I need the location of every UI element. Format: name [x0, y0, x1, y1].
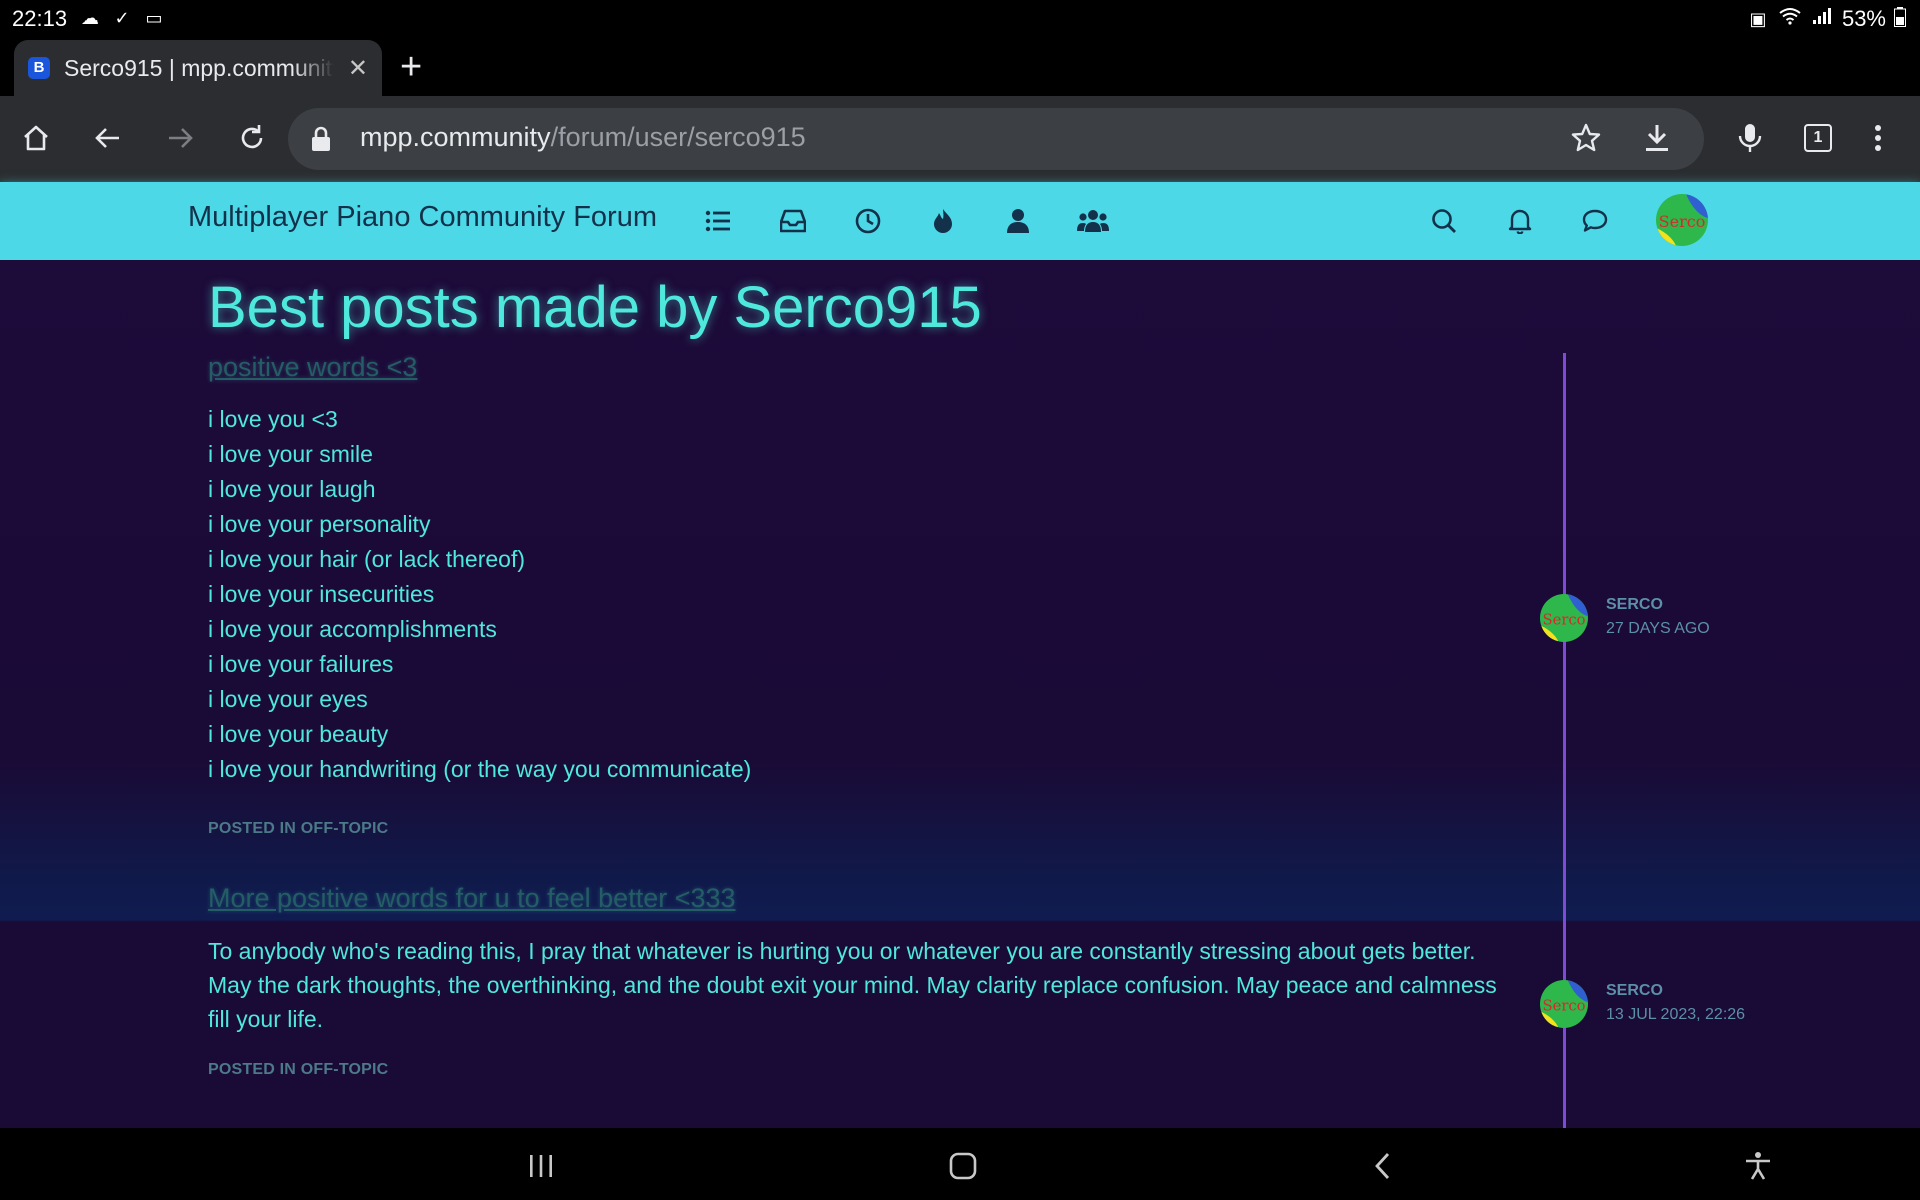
site-favicon-icon: B — [28, 57, 50, 79]
category-link[interactable]: OFF-TOPIC — [301, 820, 389, 837]
forward-icon[interactable] — [158, 116, 202, 160]
toggle-icon: ▭ — [145, 8, 163, 28]
post-title-link[interactable]: positive words <3 — [208, 352, 417, 383]
post-line: i love your beauty — [208, 721, 389, 747]
battery-icon — [1894, 7, 1906, 31]
post-timestamp[interactable]: 13 JUL 2023, 22:26 — [1606, 1006, 1745, 1024]
forum-title-link[interactable]: Multiplayer Piano Community Forum — [188, 201, 657, 234]
back-icon[interactable] — [86, 116, 130, 160]
tab-count: 1 — [1804, 124, 1832, 152]
posted-in-label: POSTED IN — [208, 820, 297, 837]
battery-percentage: 53% — [1841, 6, 1886, 31]
post-line: i love your personality — [208, 511, 431, 537]
post-line: i love your failures — [208, 651, 394, 677]
url-path: /forum/user/serco915 — [550, 122, 806, 152]
home-icon[interactable] — [14, 116, 58, 160]
wifi-icon — [1778, 7, 1802, 31]
main-content: Best posts made by Serco915 positive wor… — [0, 260, 1920, 1128]
unread-icon[interactable] — [776, 204, 810, 238]
accessibility-icon[interactable] — [1738, 1146, 1778, 1186]
post-line: i love your hair (or lack thereof) — [208, 546, 526, 572]
tab-title: Serco915 | mpp.community — [64, 54, 334, 81]
reload-icon[interactable] — [230, 116, 274, 160]
browser-tab-strip: B Serco915 | mpp.community ✕ + — [0, 37, 1920, 96]
user-avatar[interactable]: Serco — [1656, 194, 1708, 246]
search-icon[interactable] — [1427, 204, 1461, 238]
download-icon[interactable] — [1642, 122, 1672, 159]
avatar-scribble-text: Serco — [1542, 611, 1585, 628]
url-host: mpp.community — [360, 122, 551, 152]
users-icon[interactable] — [1001, 204, 1035, 238]
status-notification-icons: ☁ ✓ ▭ — [78, 6, 166, 30]
post-line: i love your handwriting (or the way you … — [208, 756, 752, 782]
post-timestamp[interactable]: 27 DAYS AGO — [1606, 620, 1710, 638]
microphone-icon[interactable] — [1728, 116, 1772, 160]
post-line: i love your laugh — [208, 476, 376, 502]
lock-status-icon: ▣ — [1749, 9, 1767, 29]
post-line: i love your eyes — [208, 686, 368, 712]
system-back-icon[interactable] — [1363, 1146, 1403, 1186]
status-time: 22:13 — [12, 6, 68, 31]
chats-icon[interactable] — [1578, 204, 1612, 238]
status-bar: 22:13 ☁ ✓ ▭ ▣ 53% — [0, 0, 1920, 37]
close-tab-icon[interactable]: ✕ — [348, 54, 368, 83]
groups-icon[interactable] — [1076, 204, 1110, 238]
browser-tab[interactable]: B Serco915 | mpp.community ✕ — [14, 40, 382, 96]
home-button-icon[interactable] — [943, 1146, 983, 1186]
status-system-icons: ▣ 53% — [1746, 6, 1906, 32]
post-content: i love you <3 i love your smile i love y… — [208, 402, 1508, 936]
system-navigation-bar — [0, 1128, 1920, 1200]
url-text[interactable]: mpp.community/forum/user/serco915 — [360, 122, 806, 153]
new-tab-button[interactable]: + — [400, 47, 422, 87]
bookmark-star-icon[interactable] — [1570, 122, 1602, 159]
post-line: i love you <3 — [208, 406, 338, 432]
avatar-scribble-text: Serco — [1542, 997, 1585, 1014]
signal-icon — [1810, 7, 1834, 31]
menu-more-icon[interactable] — [1856, 116, 1900, 160]
recent-icon[interactable] — [851, 204, 885, 238]
lock-icon[interactable] — [310, 126, 332, 157]
browser-toolbar: mpp.community/forum/user/serco915 1 — [0, 96, 1920, 182]
post-author-avatar[interactable]: Serco — [1540, 980, 1588, 1028]
forum-header: Multiplayer Piano Community Forum Serco — [0, 182, 1920, 260]
posted-in-label: POSTED IN — [208, 1061, 297, 1078]
tab-switcher-button[interactable]: 1 — [1796, 116, 1840, 160]
post-title-link[interactable]: More positive words for u to feel better… — [208, 883, 736, 914]
post-author-name[interactable]: SERCO — [1606, 982, 1663, 1000]
posted-in-category: POSTED IN OFF-TOPIC — [208, 1061, 388, 1079]
categories-icon[interactable] — [701, 204, 735, 238]
post-line: i love your insecurities — [208, 581, 435, 607]
checkmark-icon: ✓ — [114, 8, 130, 28]
popular-icon[interactable] — [926, 204, 960, 238]
post-line: i love your smile — [208, 441, 373, 467]
post-line: i love your accomplishments — [208, 616, 497, 642]
address-bar[interactable]: mpp.community/forum/user/serco915 — [288, 108, 1704, 170]
posted-in-category: POSTED IN OFF-TOPIC — [208, 820, 388, 838]
avatar-scribble-text: Serco — [1659, 212, 1706, 231]
cloud-icon: ☁ — [81, 8, 99, 28]
post-content: To anybody who's reading this, I pray th… — [208, 938, 1497, 1032]
notifications-icon[interactable] — [1503, 204, 1537, 238]
post-author-avatar[interactable]: Serco — [1540, 594, 1588, 642]
category-link[interactable]: OFF-TOPIC — [301, 1061, 389, 1078]
post-author-name[interactable]: SERCO — [1606, 596, 1663, 614]
page-title: Best posts made by Serco915 — [208, 275, 982, 340]
recent-apps-icon[interactable] — [521, 1146, 561, 1186]
